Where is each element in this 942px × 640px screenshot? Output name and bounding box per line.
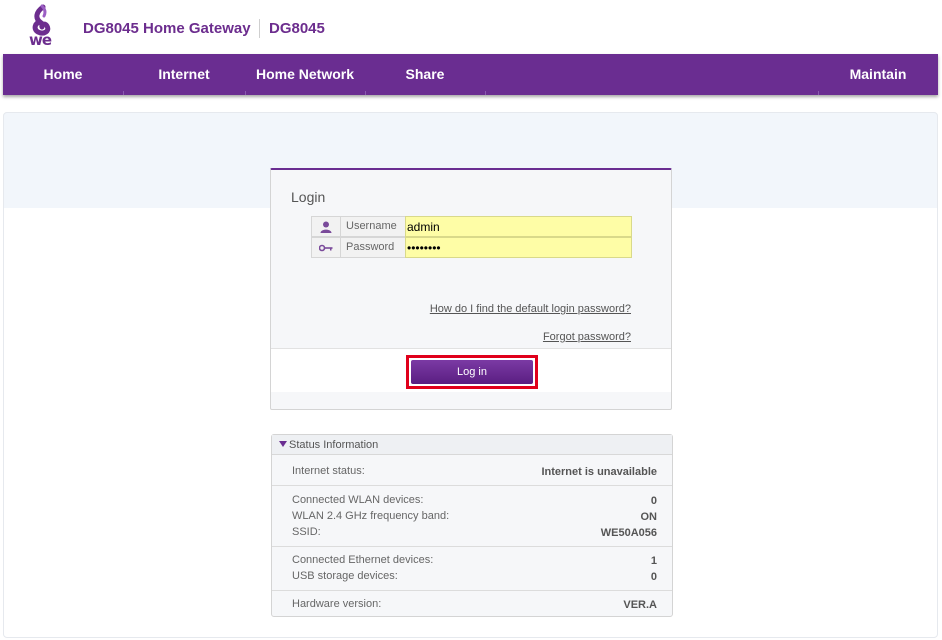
ssid-label: SSID:	[292, 526, 321, 538]
usb-devices-label: USB storage devices:	[292, 570, 398, 582]
status-panel: Status Information Internet status: Inte…	[271, 434, 673, 617]
status-divider	[272, 546, 672, 547]
nav-home[interactable]: Home	[3, 54, 123, 95]
hardware-version-label: Hardware version:	[292, 598, 382, 610]
usb-devices-value: 0	[650, 571, 657, 583]
status-divider	[272, 590, 672, 591]
key-icon	[312, 238, 341, 257]
header: we DG8045 Home Gateway DG8045	[0, 0, 942, 54]
login-title: Login	[291, 189, 326, 205]
ethernet-devices-value: 1	[650, 555, 657, 567]
wlan-devices-label: Connected WLAN devices:	[292, 494, 424, 506]
username-label: Username	[346, 220, 397, 232]
forgot-password-link[interactable]: Forgot password?	[543, 331, 631, 343]
password-input[interactable]	[405, 237, 632, 258]
title-divider	[259, 19, 260, 38]
nav-internet[interactable]: Internet	[123, 54, 245, 95]
login-panel: Login Username Password How do I find th…	[270, 168, 672, 410]
username-row: Username	[311, 216, 632, 237]
user-icon	[312, 217, 341, 236]
product-title: DG8045 Home Gateway	[83, 20, 251, 37]
hardware-version-value: VER.A	[623, 599, 657, 611]
login-button-highlight: Log in	[406, 355, 538, 389]
model-title: DG8045	[269, 20, 325, 37]
login-button[interactable]: Log in	[411, 360, 533, 384]
nav-divider	[485, 91, 486, 95]
nav-maintain[interactable]: Maintain	[818, 54, 938, 95]
internet-status-value: Internet is unavailable	[541, 466, 657, 478]
username-input[interactable]	[405, 216, 632, 237]
default-password-link[interactable]: How do I find the default login password…	[430, 303, 631, 315]
ethernet-devices-label: Connected Ethernet devices:	[292, 554, 434, 566]
login-footer: Log in	[271, 348, 671, 392]
nav-home-network[interactable]: Home Network	[245, 54, 365, 95]
password-label: Password	[346, 241, 395, 253]
wlan-band-value: ON	[640, 511, 658, 523]
main-nav: Home Internet Home Network Share Maintai…	[3, 54, 938, 95]
wlan-devices-value: 0	[650, 495, 657, 507]
status-header[interactable]: Status Information	[272, 435, 672, 455]
ssid-value: WE50A056	[600, 527, 657, 539]
status-divider	[272, 485, 672, 486]
wlan-band-label: WLAN 2.4 GHz frequency band:	[292, 510, 450, 522]
status-title: Status Information	[289, 439, 379, 451]
logo-text: we	[29, 31, 52, 49]
collapse-arrow-icon[interactable]	[279, 441, 287, 447]
password-row: Password	[311, 237, 632, 258]
internet-status-label: Internet status:	[292, 465, 365, 477]
nav-share[interactable]: Share	[365, 54, 485, 95]
